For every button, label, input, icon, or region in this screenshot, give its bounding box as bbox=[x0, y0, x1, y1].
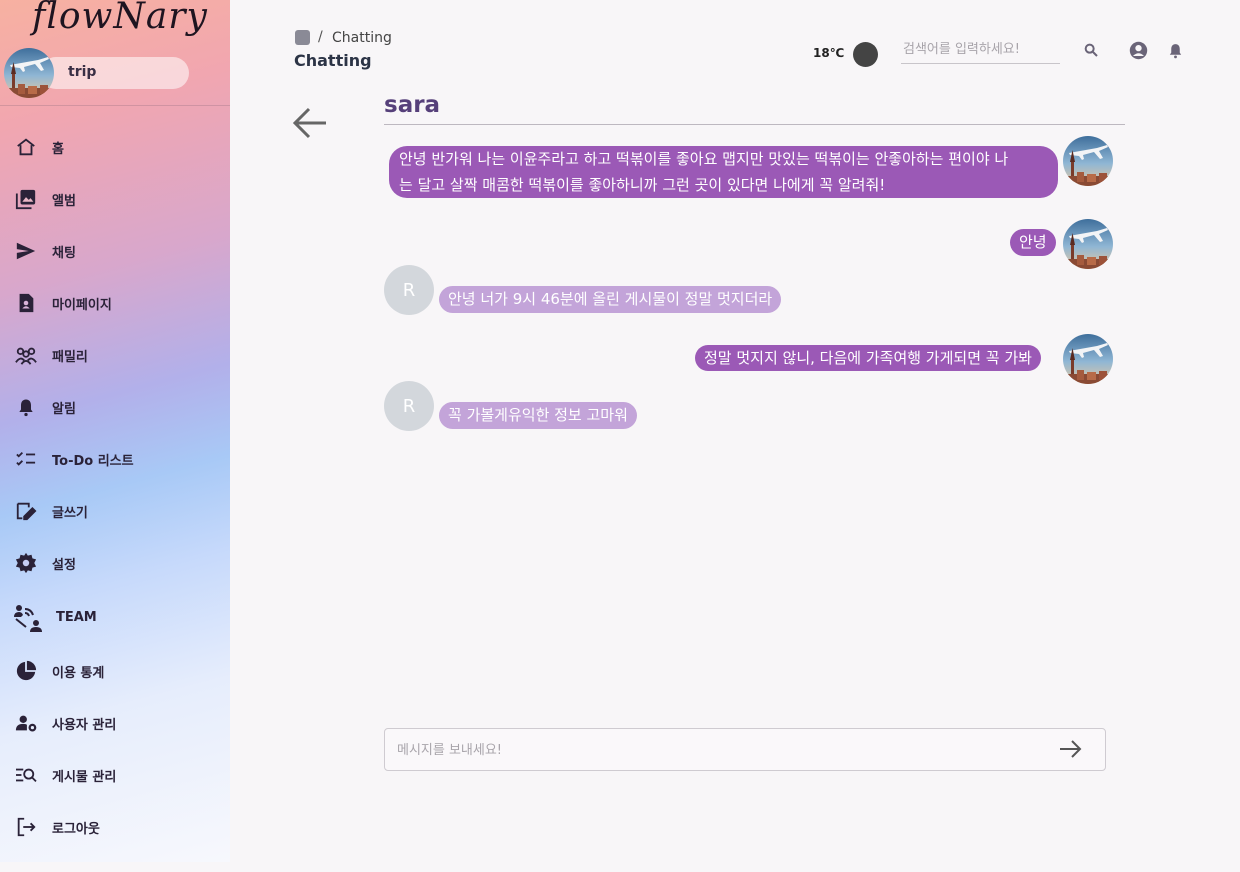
badge-icon bbox=[14, 291, 38, 315]
sidebar-item-post-management[interactable]: 게시물 관리 bbox=[0, 753, 230, 797]
write-icon bbox=[14, 499, 38, 523]
account-icon[interactable] bbox=[1128, 40, 1148, 60]
sidebar-item-settings[interactable]: 설정 bbox=[0, 541, 230, 585]
my-avatar bbox=[1063, 219, 1113, 269]
user-avatar[interactable] bbox=[4, 48, 54, 98]
sidebar-item-label: 글쓰기 bbox=[52, 505, 88, 521]
sidebar-item-notifications[interactable]: 알림 bbox=[0, 385, 230, 429]
breadcrumb-separator: / bbox=[318, 29, 323, 45]
partner-message-bubble: 꼭 가볼게유익한 정보 고마워 bbox=[439, 402, 637, 429]
partner-avatar: R bbox=[384, 381, 434, 431]
breadcrumb-home-icon[interactable] bbox=[295, 30, 310, 45]
sidebar-item-logout[interactable]: 로그아웃 bbox=[0, 805, 230, 849]
sidebar-item-home[interactable]: 홈 bbox=[0, 125, 230, 169]
back-arrow-icon[interactable] bbox=[292, 106, 328, 140]
my-avatar bbox=[1063, 136, 1113, 186]
breadcrumb: Chatting bbox=[332, 30, 392, 46]
send-icon bbox=[14, 239, 38, 263]
message-line: 는 달고 살짝 매콤한 떡볶이를 좋아하니까 그런 곳이 있다면 나에게 꼭 알… bbox=[399, 176, 886, 194]
sidebar-item-label: 홈 bbox=[52, 141, 64, 157]
sidebar-item-label: To-Do 리스트 bbox=[52, 453, 134, 469]
post-manage-icon bbox=[14, 763, 38, 787]
app-logo[interactable]: flowNary bbox=[32, 0, 208, 37]
sidebar-item-label: 설정 bbox=[52, 557, 76, 573]
team-icon bbox=[12, 601, 44, 633]
album-icon bbox=[14, 187, 38, 211]
weather-icon bbox=[853, 42, 878, 67]
checklist-icon bbox=[14, 447, 38, 471]
logout-icon bbox=[14, 815, 38, 839]
chat-partner-name: sara bbox=[384, 92, 441, 118]
my-avatar bbox=[1063, 334, 1113, 384]
sidebar-item-write[interactable]: 글쓰기 bbox=[0, 489, 230, 533]
home-icon bbox=[14, 135, 38, 159]
sidebar-item-label: TEAM bbox=[56, 609, 97, 625]
page-title: Chatting bbox=[294, 51, 372, 70]
message-composer bbox=[384, 728, 1106, 771]
bell-icon bbox=[14, 395, 38, 419]
search-icon[interactable] bbox=[1081, 40, 1101, 60]
family-icon bbox=[14, 343, 38, 367]
partner-message-bubble: 안녕 너가 9시 46분에 올린 게시물이 정말 멋지더라 bbox=[439, 286, 782, 313]
sidebar-item-chat[interactable]: 채팅 bbox=[0, 229, 230, 273]
sidebar-item-label: 앨범 bbox=[52, 193, 76, 209]
sidebar-item-label: 게시물 관리 bbox=[52, 769, 117, 785]
sidebar-item-label: 채팅 bbox=[52, 245, 76, 261]
search-input[interactable] bbox=[901, 36, 1060, 64]
chat-header-divider bbox=[384, 124, 1125, 125]
sidebar: flowNary trip 홈 앨범 채팅 마이페이지 패밀리 알림 To-Do… bbox=[0, 0, 230, 862]
sidebar-item-label: 알림 bbox=[52, 401, 76, 417]
sidebar-item-label: 이용 통계 bbox=[52, 665, 105, 681]
gear-icon bbox=[14, 551, 38, 575]
pie-chart-icon bbox=[14, 659, 38, 683]
user-name: trip bbox=[68, 64, 97, 80]
my-message-bubble: 안녕 bbox=[1010, 229, 1056, 256]
sidebar-item-user-management[interactable]: 사용자 관리 bbox=[0, 701, 230, 745]
weather-temperature: 18℃ bbox=[813, 46, 845, 60]
notification-bell-icon[interactable] bbox=[1165, 40, 1185, 60]
message-input[interactable] bbox=[397, 738, 1037, 762]
sidebar-item-todo[interactable]: To-Do 리스트 bbox=[0, 437, 230, 481]
sidebar-divider bbox=[0, 105, 230, 106]
send-arrow-icon[interactable] bbox=[1059, 739, 1087, 761]
sidebar-item-album[interactable]: 앨범 bbox=[0, 177, 230, 221]
profile-pill[interactable] bbox=[40, 57, 189, 89]
sidebar-item-label: 마이페이지 bbox=[52, 297, 112, 313]
sidebar-item-family[interactable]: 패밀리 bbox=[0, 333, 230, 377]
user-manage-icon bbox=[14, 711, 38, 735]
sidebar-item-team[interactable]: TEAM bbox=[0, 595, 230, 639]
sidebar-item-label: 로그아웃 bbox=[52, 821, 100, 837]
my-message-bubble: 정말 멋지지 않니, 다음에 가족여행 가게되면 꼭 가봐 bbox=[695, 345, 1041, 371]
sidebar-item-stats[interactable]: 이용 통계 bbox=[0, 649, 230, 693]
sidebar-item-mypage[interactable]: 마이페이지 bbox=[0, 281, 230, 325]
sidebar-item-label: 패밀리 bbox=[52, 349, 88, 365]
sidebar-item-label: 사용자 관리 bbox=[52, 717, 117, 733]
message-line: 안녕 반가워 나는 이윤주라고 하고 떡볶이를 좋아요 맵지만 맛있는 떡볶이는… bbox=[399, 150, 1009, 168]
partner-avatar: R bbox=[384, 265, 434, 315]
my-message-bubble: 안녕 반가워 나는 이윤주라고 하고 떡볶이를 좋아요 맵지만 맛있는 떡볶이는… bbox=[389, 146, 1058, 198]
